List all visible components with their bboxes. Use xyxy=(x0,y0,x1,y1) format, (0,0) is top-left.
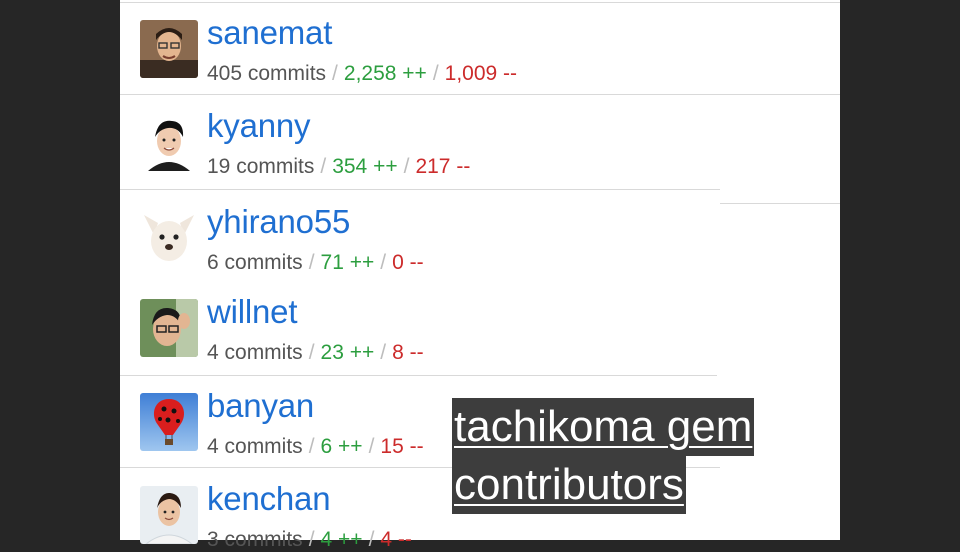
separator: / xyxy=(368,435,375,458)
card-border-2 xyxy=(120,189,720,190)
commit-count[interactable]: 4 commits xyxy=(207,435,303,458)
separator: / xyxy=(320,155,327,178)
contributor-name[interactable]: yhirano55 xyxy=(207,203,350,241)
additions-count: 354 ++ xyxy=(332,155,398,178)
contributor-name[interactable]: sanemat xyxy=(207,14,332,52)
contributor-name[interactable]: kenchan xyxy=(207,480,331,518)
separator: / xyxy=(403,155,410,178)
contributor-stats: 405 commits/2,258 ++/1,009 -- xyxy=(207,62,517,86)
contributor-stats: 6 commits/71 ++/0 -- xyxy=(207,251,424,275)
card-border-top xyxy=(120,2,840,3)
additions-count: 2,258 ++ xyxy=(343,62,427,85)
avatar[interactable] xyxy=(140,486,198,544)
separator: / xyxy=(308,341,315,364)
separator: / xyxy=(332,62,338,85)
commit-count[interactable]: 405 commits xyxy=(207,62,326,85)
separator: / xyxy=(308,435,315,458)
separator: / xyxy=(308,251,315,274)
deletions-count: 8 -- xyxy=(392,341,424,364)
contributor-name[interactable]: banyan xyxy=(207,387,314,425)
card-border-1 xyxy=(120,94,840,95)
additions-count: 71 ++ xyxy=(320,251,375,274)
avatar[interactable] xyxy=(140,209,198,267)
deletions-count: 0 -- xyxy=(392,251,424,274)
separator: / xyxy=(380,341,387,364)
contributor-stats: 3 commits/4 ++/4 -- xyxy=(207,528,412,552)
card-border-3 xyxy=(720,203,840,204)
slide-caption: tachikoma gem contributors xyxy=(452,398,755,514)
avatar[interactable] xyxy=(140,20,198,78)
avatar[interactable] xyxy=(140,393,198,451)
additions-count: 6 ++ xyxy=(320,435,363,458)
contributor-stats: 19 commits/354 ++/217 -- xyxy=(207,155,470,179)
commit-count[interactable]: 6 commits xyxy=(207,251,303,274)
contributor-stats: 4 commits/6 ++/15 -- xyxy=(207,435,424,459)
avatar[interactable] xyxy=(140,113,198,171)
deletions-count: 217 -- xyxy=(415,155,471,178)
commit-count[interactable]: 19 commits xyxy=(207,155,314,178)
avatar[interactable] xyxy=(140,299,198,357)
commit-count[interactable]: 4 commits xyxy=(207,341,303,364)
separator: / xyxy=(380,251,387,274)
deletions-count: 1,009 -- xyxy=(444,62,518,85)
contributor-name[interactable]: willnet xyxy=(207,293,298,331)
separator: / xyxy=(432,62,439,85)
caption-line-1: tachikoma gem xyxy=(452,398,755,456)
contributor-name[interactable]: kyanny xyxy=(207,107,311,145)
contributor-stats: 4 commits/23 ++/8 -- xyxy=(207,341,424,365)
additions-count: 23 ++ xyxy=(320,341,375,364)
caption-line-2: contributors xyxy=(452,456,686,514)
deletions-count: 15 -- xyxy=(380,435,424,458)
card-border-4 xyxy=(120,375,717,376)
